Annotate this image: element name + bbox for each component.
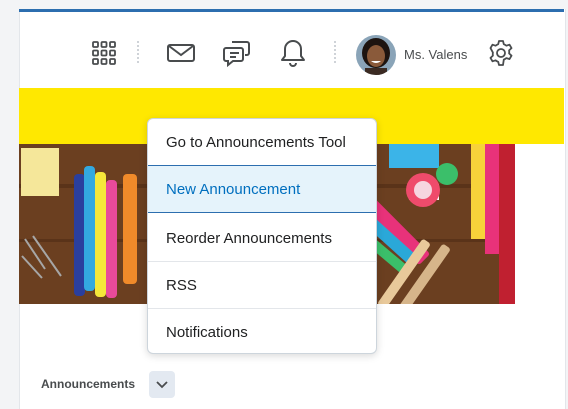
menu-item-go-to-announcements-tool[interactable]: Go to Announcements Tool [148, 119, 376, 166]
gear-icon[interactable] [484, 36, 518, 70]
envelope-icon[interactable] [164, 36, 198, 70]
nav-separator [137, 41, 140, 63]
chevron-down-icon [156, 380, 168, 388]
announcements-menu-button[interactable] [149, 371, 175, 398]
waffle-grid-icon[interactable] [87, 36, 121, 70]
bell-icon[interactable] [276, 36, 310, 70]
nav-separator [334, 41, 337, 63]
user-name[interactable]: Ms. Valens [404, 47, 467, 62]
announcements-dropdown-menu: Go to Announcements Tool New Announcemen… [147, 118, 377, 354]
menu-item-notifications[interactable]: Notifications [148, 309, 376, 353]
avatar[interactable] [356, 35, 396, 75]
announcements-title: Announcements [41, 377, 136, 391]
menu-item-rss[interactable]: RSS [148, 262, 376, 309]
chat-icon[interactable] [220, 36, 254, 70]
menu-item-reorder-announcements[interactable]: Reorder Announcements [148, 215, 376, 262]
menu-item-new-announcement[interactable]: New Announcement [148, 166, 376, 213]
